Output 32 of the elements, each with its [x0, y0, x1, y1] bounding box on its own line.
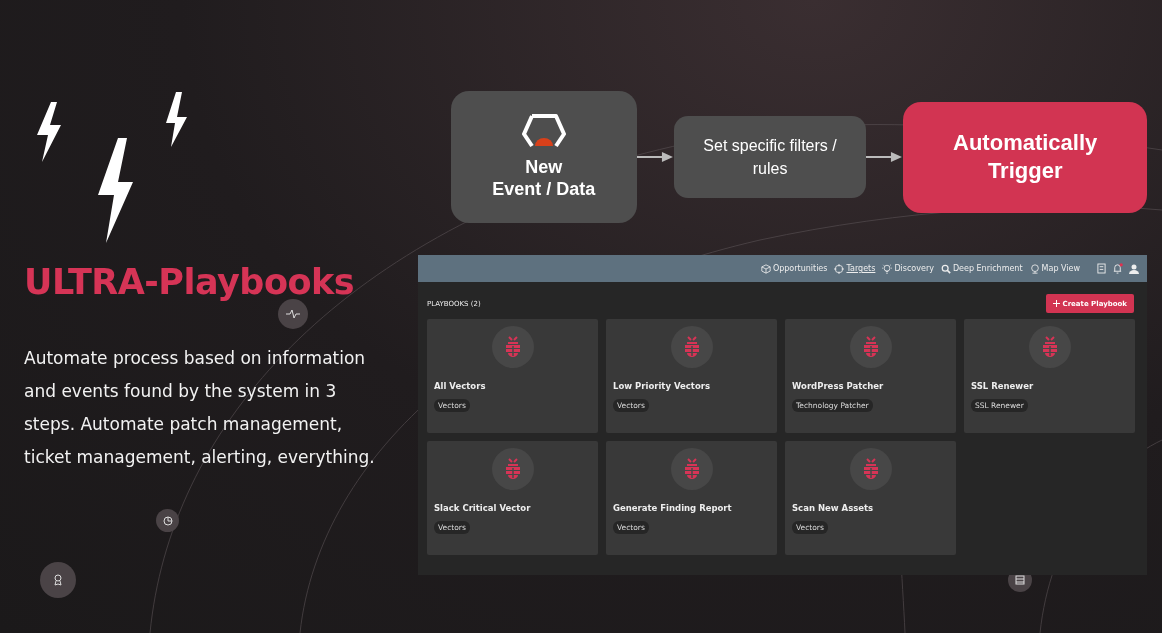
arrow-icon: [636, 151, 674, 163]
award-icon: [40, 562, 76, 598]
playbook-title: Slack Critical Vector: [434, 503, 532, 513]
user-icon: [1129, 263, 1139, 274]
globe-icon: [1029, 263, 1040, 274]
playbook-title: Generate Finding Report: [613, 503, 733, 513]
pie-chart-icon: [156, 509, 179, 532]
nav-link[interactable]: Deep Enrichment: [940, 263, 1023, 274]
notification-bell-icon: [1112, 263, 1123, 274]
description-text: Automate process based on information and events found by the system in 3 steps. Automate patch management, ticket management, alerting, everything.: [24, 347, 376, 469]
lightbulb-icon: [882, 263, 893, 274]
nav-link[interactable]: Opportunities: [760, 263, 828, 274]
nav-link[interactable]: Targets: [834, 263, 876, 274]
nav-link[interactable]: Map View: [1029, 263, 1080, 274]
plus-icon: [1052, 300, 1060, 307]
playbook-title: WordPress Patcher: [792, 381, 885, 391]
document-icon: [1097, 263, 1106, 274]
hexagon-logo-icon: [521, 114, 566, 150]
crosshair-icon: [834, 263, 845, 274]
step-label: Set specific filters / rules: [703, 136, 837, 179]
step-label: New Event / Data: [492, 156, 596, 200]
pulse-icon: [278, 299, 308, 329]
magnifier-icon: [940, 263, 951, 274]
playbook-title: Scan New Assets: [792, 503, 875, 513]
playbook-title: Low Priority Vectors: [613, 381, 711, 391]
nav-link[interactable]: Discovery: [882, 263, 934, 274]
cube-icon: [760, 263, 771, 274]
playbook-title: SSL Renewer: [971, 381, 1035, 391]
playbook-title: All Vectors: [434, 381, 487, 391]
page-title: ULTRA-Playbooks: [24, 262, 355, 302]
step-label: Automatically Trigger: [953, 129, 1098, 185]
arrow-icon: [866, 151, 904, 163]
